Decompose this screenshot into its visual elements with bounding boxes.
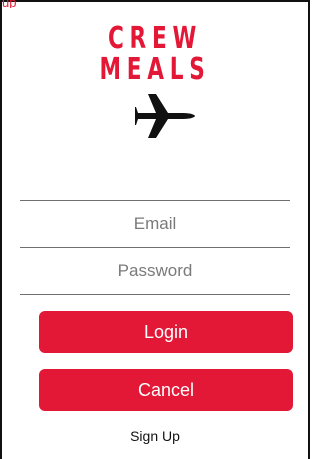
crew-meals-logo: CREW MEALS	[2, 24, 308, 86]
password-field[interactable]: Password	[20, 248, 290, 294]
logo-line-meals: MEALS	[99, 52, 211, 87]
password-divider	[20, 294, 290, 295]
login-button[interactable]: Login	[39, 311, 293, 353]
sign-up-link[interactable]: Sign Up	[2, 428, 308, 444]
logo-line-crew: CREW	[107, 21, 203, 56]
cancel-button[interactable]: Cancel	[39, 369, 293, 411]
login-button-label: Login	[143, 321, 189, 342]
password-placeholder: Password	[117, 261, 193, 280]
login-screen: up CREW MEALS Email Password Login Cance…	[0, 0, 310, 459]
cancel-button-label: Cancel	[137, 379, 195, 400]
top-label: up	[2, 0, 17, 8]
email-placeholder: Email	[133, 214, 177, 233]
airplane-icon	[135, 94, 195, 138]
email-field[interactable]: Email	[20, 201, 290, 247]
